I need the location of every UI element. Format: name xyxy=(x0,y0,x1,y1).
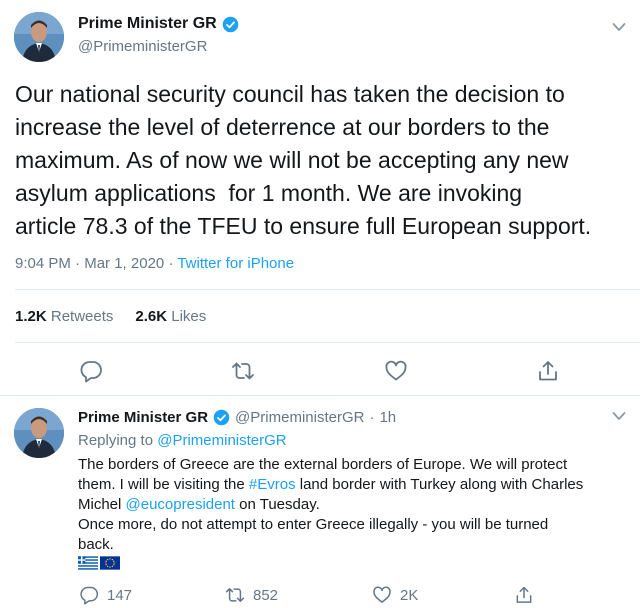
reply-icon[interactable] xyxy=(79,359,103,383)
tweet-date[interactable]: Mar 1, 2020 xyxy=(84,255,164,272)
text-segment: land border with Turkey along with Charl… xyxy=(295,476,584,493)
retweet-button[interactable]: 852 xyxy=(225,585,278,605)
chevron-down-icon[interactable] xyxy=(612,22,626,32)
retweet-count: 852 xyxy=(253,586,279,604)
tweet-stats: 1.2K Retweets 2.6K Likes xyxy=(15,308,206,325)
like-icon xyxy=(373,586,391,603)
tweet-time[interactable]: 9:04 PM xyxy=(15,255,71,272)
mention-link[interactable]: @eucopresident xyxy=(126,496,235,513)
eu-flag-icon xyxy=(100,556,120,570)
author-handle[interactable]: @PrimeministerGR xyxy=(78,38,207,55)
meta-separator: · xyxy=(75,255,81,272)
tweet-text-line: Our national security council has taken … xyxy=(15,81,565,107)
divider xyxy=(15,289,640,290)
reply-button[interactable]: 147 xyxy=(79,585,132,605)
verified-badge-icon xyxy=(213,409,230,426)
display-name[interactable]: Prime Minister GR xyxy=(78,409,208,426)
reply-text: The borders of Greece are the external b… xyxy=(78,455,633,555)
share-icon xyxy=(516,586,532,603)
reply-text-line: back. xyxy=(78,536,114,553)
retweets-stat[interactable]: 1.2K Retweets xyxy=(15,308,113,325)
share-button[interactable] xyxy=(514,585,534,605)
author-name-row[interactable]: Prime Minister GR xyxy=(78,15,239,33)
tweet-meta: 9:04 PM · Mar 1, 2020 · Twitter for iPho… xyxy=(15,255,294,272)
reply-actions: 147 852 2K xyxy=(0,585,640,607)
avatar[interactable] xyxy=(14,408,64,458)
reply-header: Prime Minister GR @PrimeministerGR · 1h xyxy=(78,409,396,426)
flag-emojis xyxy=(78,556,120,570)
like-button[interactable]: 2K xyxy=(372,585,418,605)
tweet-text: Our national security council has taken … xyxy=(15,78,630,243)
replying-prefix: Replying to xyxy=(78,432,154,449)
likes-count: 2.6K xyxy=(135,308,168,325)
reply-text-line: them. I will be visiting the #Evros land… xyxy=(78,475,633,495)
tweet-text-line: asylum applications for 1 month. We are … xyxy=(15,180,523,206)
retweet-icon xyxy=(225,588,245,602)
tweet-age[interactable]: 1h xyxy=(379,409,396,426)
tweet-source-link[interactable]: Twitter for iPhone xyxy=(177,255,294,272)
hashtag-link[interactable]: #Evros xyxy=(249,476,296,493)
retweet-icon[interactable] xyxy=(231,359,255,383)
like-icon[interactable] xyxy=(384,359,408,383)
chevron-down-icon[interactable] xyxy=(612,411,626,421)
reply-text-line: Once more, do not attempt to enter Greec… xyxy=(78,516,549,533)
replying-to-mention[interactable]: @PrimeministerGR xyxy=(157,432,286,449)
replying-to: Replying to @PrimeministerGR xyxy=(78,432,287,449)
like-count: 2K xyxy=(400,586,419,604)
reply-text-line: The borders of Greece are the external b… xyxy=(78,456,568,473)
reply-count: 147 xyxy=(107,586,133,604)
tweet-text-line: maximum. As of now we will not be accept… xyxy=(15,147,569,173)
share-icon[interactable] xyxy=(536,359,560,383)
tweet-text-line: article 78.3 of the TFEU to ensure full … xyxy=(15,213,592,239)
tweet-actions xyxy=(0,356,640,386)
likes-stat[interactable]: 2.6K Likes xyxy=(135,308,206,325)
author-handle[interactable]: @PrimeministerGR xyxy=(235,409,364,426)
main-tweet: Prime Minister GR @PrimeministerGR Our n… xyxy=(0,0,640,396)
reply-icon xyxy=(80,586,99,605)
divider xyxy=(15,342,640,343)
verified-badge-icon xyxy=(222,16,239,33)
likes-label: Likes xyxy=(171,308,207,325)
meta-separator: · xyxy=(168,255,174,272)
meta-separator: · xyxy=(369,409,375,426)
reply-text-line: Michel @eucopresident on Tuesday. xyxy=(78,495,633,515)
text-segment: on Tuesday. xyxy=(234,496,320,513)
text-segment: Michel xyxy=(78,496,126,513)
tweet-text-line: increase the level of deterrence at our … xyxy=(15,114,550,140)
retweets-label: Retweets xyxy=(50,308,114,325)
text-segment: them. I will be visiting the xyxy=(78,476,249,493)
avatar[interactable] xyxy=(14,12,64,62)
retweets-count: 1.2K xyxy=(15,308,47,325)
greece-flag-icon xyxy=(78,556,98,570)
display-name[interactable]: Prime Minister GR xyxy=(78,15,217,33)
